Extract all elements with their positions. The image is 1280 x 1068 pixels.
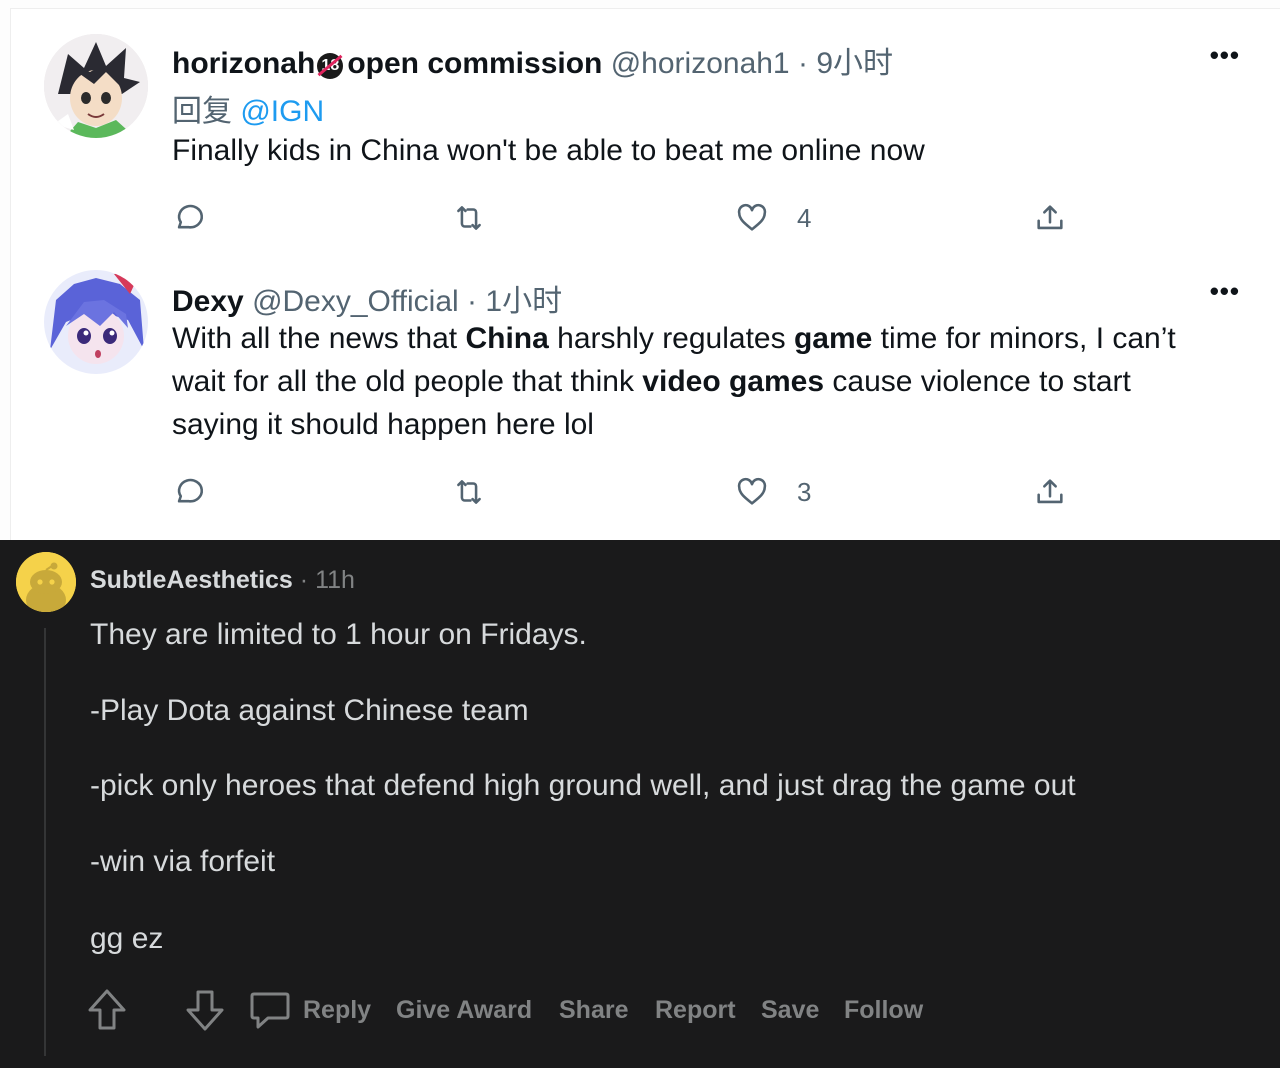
reply-button[interactable] xyxy=(172,472,206,512)
tweet-header: horizonah 18 open commission @horizonah1 ·… xyxy=(172,38,893,82)
tweet-header: Dexy @Dexy_Official · 1小时 xyxy=(172,276,562,320)
share-icon xyxy=(1037,479,1063,504)
tweet-time[interactable]: 9小时 xyxy=(816,47,893,80)
comment-line: -pick only heroes that defend high groun… xyxy=(90,769,1076,802)
reply-button[interactable]: Reply xyxy=(303,996,371,1025)
follow-button[interactable]: Follow xyxy=(844,996,923,1025)
user-handle[interactable]: @Dexy_Official xyxy=(252,285,459,318)
tweet-actions: 3 xyxy=(0,472,1280,512)
bold-keyword: China xyxy=(465,322,549,355)
separator-dot: · xyxy=(797,47,808,80)
text-part: cause violence to start xyxy=(824,365,1131,398)
tweet-time[interactable]: 1小时 xyxy=(485,285,562,318)
reply-icon xyxy=(177,204,204,229)
replying-to: 回复 @IGN xyxy=(172,86,324,130)
reddit-comment: SubtleAesthetics · 11h They are limited … xyxy=(0,540,1280,1068)
heart-icon xyxy=(737,203,767,231)
text-part: wait for all the old people that think xyxy=(172,365,643,398)
avatar-dexy[interactable] xyxy=(44,270,148,374)
bold-keyword: game xyxy=(793,322,873,355)
tweet-actions: 4 xyxy=(0,198,1280,238)
share-button[interactable]: Share xyxy=(559,996,628,1025)
like-button[interactable]: 3 xyxy=(735,472,811,512)
reply-icon xyxy=(177,478,204,503)
reply-mention-link[interactable]: @IGN xyxy=(240,95,324,128)
save-button[interactable]: Save xyxy=(761,996,819,1025)
thread-collapse-line[interactable] xyxy=(44,628,46,1056)
comment-line: They are limited to 1 hour on Fridays. xyxy=(90,618,587,651)
comment-actions: Reply Give Award Share Report Save Follo… xyxy=(86,988,1186,1034)
comment-line: -win via forfeit xyxy=(90,845,276,878)
reply-button[interactable] xyxy=(172,198,206,238)
like-button[interactable]: 4 xyxy=(735,198,811,238)
tweet-dexy: Dexy @Dexy_Official · 1小时 ••• With all t… xyxy=(0,262,1280,540)
separator-dot: · xyxy=(467,285,478,318)
display-name-suffix[interactable]: open commission xyxy=(347,47,602,80)
reddit-username[interactable]: SubtleAesthetics xyxy=(90,566,293,594)
more-options-icon[interactable]: ••• xyxy=(1210,40,1240,71)
share-button[interactable] xyxy=(1033,472,1067,512)
heart-icon xyxy=(737,477,767,505)
like-count: 3 xyxy=(797,476,812,507)
share-icon xyxy=(1037,205,1063,230)
comment-time[interactable]: 11h xyxy=(315,566,355,594)
display-name[interactable]: Dexy xyxy=(172,285,244,318)
user-handle[interactable]: @horizonah1 xyxy=(611,47,790,80)
upvote-icon[interactable] xyxy=(86,988,128,1032)
comment-line: gg ez xyxy=(90,922,164,955)
text-part: With all the news that xyxy=(172,322,466,355)
tweet-text: With all the news that China harshly reg… xyxy=(172,317,1262,446)
retweet-icon xyxy=(457,480,481,504)
text-part: harshly regulates xyxy=(548,322,794,355)
retweet-button[interactable] xyxy=(452,198,486,238)
separator-dot: · xyxy=(299,566,309,594)
comment-icon[interactable] xyxy=(248,988,292,1032)
more-options-icon[interactable]: ••• xyxy=(1210,276,1240,307)
retweet-button[interactable] xyxy=(452,472,486,512)
give-award-button[interactable]: Give Award xyxy=(396,996,532,1025)
tweet-horizonah: horizonah 18 open commission @horizonah1 ·… xyxy=(0,0,1280,262)
bold-keyword: video games xyxy=(642,365,825,398)
display-name[interactable]: horizonah xyxy=(172,47,315,80)
retweet-icon xyxy=(457,206,481,230)
twitter-replies: horizonah 18 open commission @horizonah1 ·… xyxy=(0,0,1280,541)
text-part: time for minors, I can’t xyxy=(872,322,1176,355)
age-18-badge-icon: 18 xyxy=(317,53,344,79)
avatar-horizonah[interactable] xyxy=(44,34,148,138)
text-part: saying it should happen here lol xyxy=(172,408,594,441)
report-button[interactable]: Report xyxy=(655,996,736,1025)
comment-header: SubtleAesthetics · 11h xyxy=(90,566,355,595)
tweet-text: Finally kids in China won't be able to b… xyxy=(172,134,925,167)
reply-prefix: 回复 xyxy=(172,95,232,128)
like-count: 4 xyxy=(797,202,812,233)
share-button[interactable] xyxy=(1033,198,1067,238)
downvote-icon[interactable] xyxy=(184,988,226,1032)
reddit-avatar[interactable] xyxy=(16,552,76,612)
comment-line: -Play Dota against Chinese team xyxy=(90,694,529,727)
